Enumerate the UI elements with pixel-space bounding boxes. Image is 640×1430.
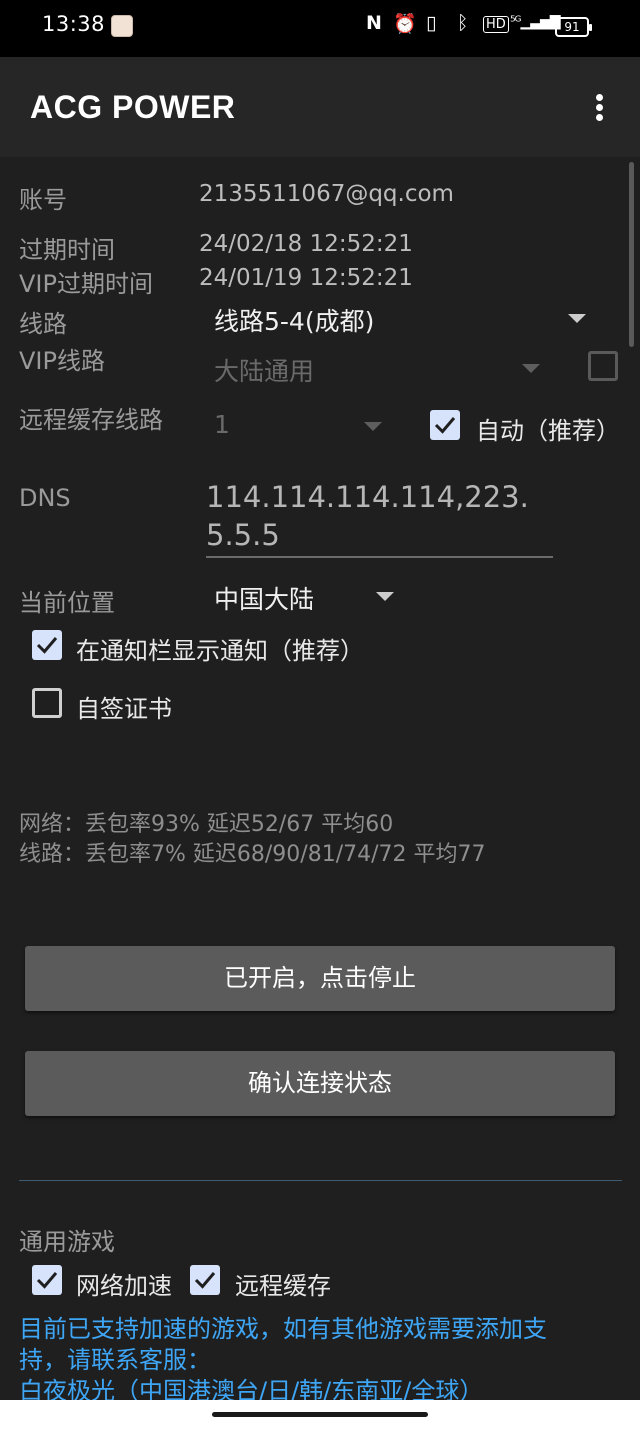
signal-5g-icon: ⁵ᴳ▁▃▅▇ xyxy=(510,14,561,30)
location-label: 当前位置 xyxy=(19,589,115,617)
bluetooth-icon: ᛒ xyxy=(457,12,469,34)
games-info-text: 目前已支持加速的游戏，如有其他游戏需要添加支持，请联系客服： xyxy=(19,1315,547,1374)
games-section-title: 通用游戏 xyxy=(19,1228,115,1256)
expire-label: 过期时间 xyxy=(19,236,115,264)
app-bar: ACG POWER xyxy=(0,57,640,157)
check-connection-button[interactable]: 确认连接状态 xyxy=(25,1051,615,1116)
vip-line-checkbox[interactable] xyxy=(588,351,618,381)
chevron-down-icon xyxy=(364,422,382,431)
vip-expire-label: VIP过期时间 xyxy=(19,270,153,298)
account-value: 2135511067@qq.com xyxy=(199,181,454,207)
app-screen: 13:38 N ⏰ ▯ ᛒ HD ⁵ᴳ▁▃▅▇ 91 ACG POWER 账号 … xyxy=(0,0,640,1430)
line-label: 线路 xyxy=(19,310,67,338)
nfc-icon: N xyxy=(366,12,382,34)
line-stats: 线路：丢包率7% 延迟68/90/81/74/72 平均77 xyxy=(19,842,486,867)
alarm-icon: ⏰ xyxy=(393,13,417,35)
dns-underline xyxy=(206,556,553,558)
hd-icon: HD xyxy=(483,16,509,33)
expire-value: 24/02/18 12:52:21 xyxy=(199,231,413,257)
dns-input[interactable]: 114.114.114.114,223.5.5.5 xyxy=(206,478,552,554)
remote-cache-selected: 1 xyxy=(214,410,230,439)
self-cert-label: 自签证书 xyxy=(76,695,172,723)
app-title: ACG POWER xyxy=(30,89,236,125)
navigation-bar xyxy=(0,1400,640,1430)
battery-icon: 91 xyxy=(555,17,592,37)
vip-line-spinner[interactable]: 大陆通用 xyxy=(204,346,546,392)
vip-line-selected: 大陆通用 xyxy=(214,357,315,386)
line-selected: 线路5-4(成都) xyxy=(214,307,375,336)
vip-line-label: VIP线路 xyxy=(19,347,105,375)
remote-cache-label: 远程缓存线路 xyxy=(19,406,163,434)
network-stats: 网络：丢包率93% 延迟52/67 平均60 xyxy=(19,812,394,837)
vip-expire-value: 24/01/19 12:52:21 xyxy=(199,265,413,291)
location-selected: 中国大陆 xyxy=(214,585,315,614)
more-vert-icon[interactable] xyxy=(586,92,614,124)
auto-checkbox[interactable] xyxy=(430,410,460,440)
dns-label: DNS xyxy=(19,484,71,512)
status-time: 13:38 xyxy=(42,12,106,36)
toggle-service-button[interactable]: 已开启，点击停止 xyxy=(25,946,615,1011)
remote-cache-game-checkbox[interactable] xyxy=(190,1265,220,1295)
auto-label: 自动（推荐） xyxy=(476,417,620,445)
self-cert-checkbox[interactable] xyxy=(32,688,62,718)
status-bar: 13:38 N ⏰ ▯ ᛒ HD ⁵ᴳ▁▃▅▇ 91 xyxy=(0,0,640,57)
net-accel-checkbox[interactable] xyxy=(32,1265,62,1295)
location-spinner[interactable]: 中国大陆 xyxy=(204,574,404,620)
notification-avatar-icon xyxy=(111,15,133,37)
scrollbar[interactable] xyxy=(629,162,634,347)
chevron-down-icon xyxy=(568,314,586,323)
account-label: 账号 xyxy=(19,186,67,214)
chevron-down-icon xyxy=(376,592,394,601)
net-accel-label: 网络加速 xyxy=(76,1272,172,1300)
home-gesture-handle[interactable] xyxy=(212,1412,428,1417)
vibrate-icon: ▯ xyxy=(426,12,437,34)
chevron-down-icon xyxy=(522,364,540,373)
remote-cache-spinner[interactable]: 1 xyxy=(204,404,394,450)
remote-cache-game-label: 远程缓存 xyxy=(235,1272,331,1300)
line-spinner[interactable]: 线路5-4(成都) xyxy=(204,296,596,342)
divider xyxy=(19,1180,622,1181)
notify-label: 在通知栏显示通知（推荐） xyxy=(76,637,364,665)
notify-checkbox[interactable] xyxy=(32,630,62,660)
